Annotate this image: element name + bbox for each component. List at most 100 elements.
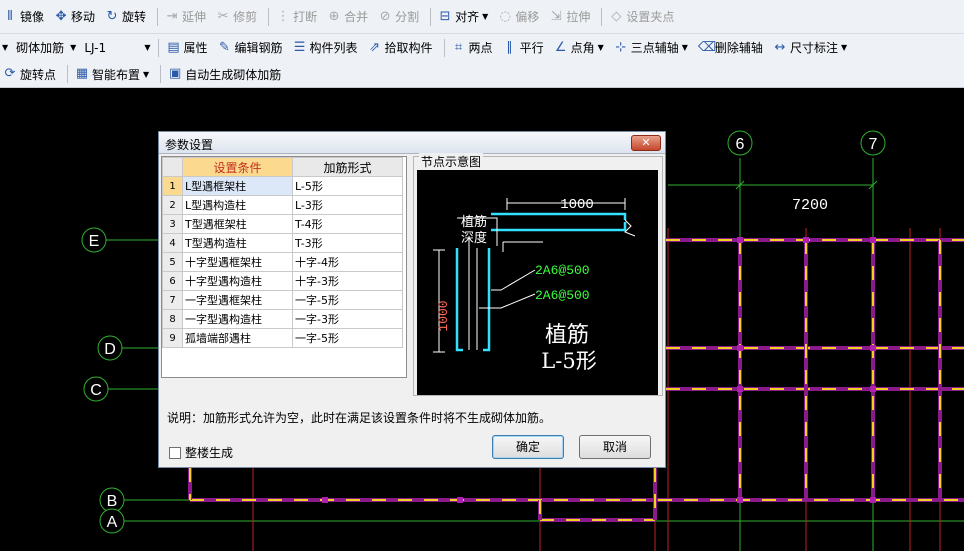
table-row[interactable]: 1 L型遇框架柱 L-5形 bbox=[162, 176, 403, 196]
condition-cell[interactable]: 一字型遇框架柱 bbox=[182, 290, 293, 310]
toolbar-btn-align[interactable]: ⊟ 对齐 ▼ bbox=[435, 6, 491, 28]
condition-cell[interactable]: T型遇构造柱 bbox=[182, 233, 293, 253]
dropdown-caret-icon[interactable]: ▼ bbox=[841, 43, 847, 52]
toolbar-separator bbox=[67, 65, 69, 83]
dialog-title: 参数设置 bbox=[165, 138, 214, 152]
toolbar-btn-trim[interactable]: ✂ 修剪 bbox=[213, 6, 260, 28]
name-combo-caret[interactable]: ▼ bbox=[70, 43, 76, 52]
condition-cell[interactable]: 十字型遇框架柱 bbox=[182, 252, 293, 272]
table-row[interactable]: 8 一字型遇构造柱 一字-3形 bbox=[162, 309, 403, 329]
form-cell[interactable]: 一字-5形 bbox=[292, 290, 403, 310]
condition-cell[interactable]: T型遇框架柱 bbox=[182, 214, 293, 234]
toolbar-btn-component-list[interactable]: ☰ 构件列表 bbox=[290, 37, 361, 59]
condition-cell[interactable]: 十字型遇构造柱 bbox=[182, 271, 293, 291]
node-diagram: 1000 1000 植筋 深度 2A6@500 2A6@500 植筋 L-5形 bbox=[417, 170, 658, 395]
close-icon[interactable]: ✕ bbox=[631, 135, 661, 151]
toolbar-btn-smart-layout[interactable]: ▦ 智能布置 ▼ bbox=[72, 63, 152, 85]
toolbar-btn-offset[interactable]: ◌ 偏移 bbox=[495, 6, 542, 28]
toolbar-btn-auto-generate[interactable]: ▣ 自动生成砌体加筋 bbox=[165, 63, 284, 85]
column-marker bbox=[322, 497, 328, 503]
checkbox-box[interactable] bbox=[169, 446, 181, 459]
row-number: 9 bbox=[162, 328, 183, 348]
toolbar-btn-label: 拉伸 bbox=[566, 10, 591, 24]
column-marker bbox=[870, 497, 876, 503]
toolbar-btn-point-angle[interactable]: ∠ 点角 ▼ bbox=[551, 37, 607, 59]
column-marker bbox=[803, 237, 809, 243]
toolbar-btn-label: 尺寸标注 bbox=[789, 41, 838, 55]
form-cell[interactable]: 一字-3形 bbox=[292, 309, 403, 329]
toolbar-btn-edit-rebar[interactable]: ✎ 编辑钢筋 bbox=[215, 37, 286, 59]
cancel-button[interactable]: 取消 bbox=[579, 435, 651, 459]
toolbar-btn-two-point[interactable]: ⌗ 两点 bbox=[449, 37, 496, 59]
whole-building-checkbox[interactable]: 整楼生成 bbox=[169, 444, 233, 461]
ok-button[interactable]: 确定 bbox=[492, 435, 564, 459]
name-combo-dropdown[interactable]: ▼ bbox=[144, 43, 150, 52]
table-row[interactable]: 7 一字型遇框架柱 一字-5形 bbox=[162, 290, 403, 310]
toolbar-btn-extend[interactable]: ⇥ 延伸 bbox=[162, 6, 209, 28]
toolbar-btn-pick[interactable]: ⇗ 拾取构件 bbox=[365, 37, 436, 59]
form-cell[interactable]: 一字-5形 bbox=[292, 328, 403, 348]
edit-rebar-icon: ✎ bbox=[219, 39, 230, 55]
node-diagram-label: 节点示意图 bbox=[419, 153, 484, 170]
form-header[interactable]: 加筋形式 bbox=[292, 157, 403, 177]
condition-cell[interactable]: L型遇框架柱 bbox=[182, 176, 293, 196]
condition-cell[interactable]: L型遇构造柱 bbox=[182, 195, 293, 215]
row-number: 6 bbox=[162, 271, 183, 291]
dialog-titlebar[interactable]: 参数设置 ✕ bbox=[159, 132, 665, 154]
toolbar-btn-label: 拾取构件 bbox=[384, 41, 433, 55]
table-row[interactable]: 5 十字型遇框架柱 十字-4形 bbox=[162, 252, 403, 272]
toolbar-btn-three-point-axis[interactable]: ⊹ 三点辅轴 ▼ bbox=[611, 37, 691, 59]
offset-icon: ◌ bbox=[499, 8, 511, 24]
toolbar-btn-mirror[interactable]: ⫴ 镜像 bbox=[0, 6, 47, 28]
toolbar-separator bbox=[430, 7, 432, 26]
form-cell[interactable]: T-3形 bbox=[292, 233, 403, 253]
toolbar-btn-split[interactable]: ⊘ 分割 bbox=[375, 6, 422, 28]
toolbar-btn-parallel[interactable]: ∥ 平行 bbox=[500, 37, 547, 59]
table-row[interactable]: 4 T型遇构造柱 T-3形 bbox=[162, 233, 403, 253]
label-depth: 深度 bbox=[461, 230, 487, 246]
toolbar-btn-stretch[interactable]: ⇲ 拉伸 bbox=[546, 6, 593, 28]
toolbar-btn-rotate-point[interactable]: ⟳ 旋转点 bbox=[0, 63, 59, 85]
component-type-combo[interactable]: 砌体加筋 bbox=[12, 38, 68, 58]
dropdown-caret-icon[interactable]: ▼ bbox=[598, 43, 604, 52]
form-cell[interactable]: 十字-4形 bbox=[292, 252, 403, 272]
toolbar-btn-grip[interactable]: ◇ 设置夹点 bbox=[606, 6, 677, 28]
toolbar-btn-break[interactable]: ⋮ 打断 bbox=[273, 6, 320, 28]
table-row[interactable]: 3 T型遇框架柱 T-4形 bbox=[162, 214, 403, 234]
component-name-combo[interactable]: LJ-1 bbox=[80, 38, 142, 58]
dropdown-caret-icon[interactable]: ▼ bbox=[682, 43, 688, 52]
merge-icon: ⊕ bbox=[328, 8, 340, 24]
toolbar-btn-dimension[interactable]: ↔ 尺寸标注 ▼ bbox=[770, 37, 850, 59]
column-marker bbox=[737, 345, 743, 351]
toolbar-btn-label: 平行 bbox=[519, 41, 544, 55]
table-row[interactable]: 2 L型遇构造柱 L-3形 bbox=[162, 195, 403, 215]
align-icon: ⊟ bbox=[439, 8, 451, 24]
node-diagram-drawing: 1000 1000 植筋 深度 2A6@500 2A6@500 植筋 L-5形 bbox=[433, 197, 636, 373]
dialog-note: 说明：加筋形式允许为空，此时在满足该设置条件时将不生成砌体加筋。 bbox=[167, 411, 552, 425]
form-cell[interactable]: 十字-3形 bbox=[292, 271, 403, 291]
table-row[interactable]: 9 孤墙端部遇柱 一字-5形 bbox=[162, 328, 403, 348]
toolbar-component: ▼ 砌体加筋 ▼ LJ-1 ▼ ▤ 属性 ✎ 编辑钢筋 ☰ 构件列表 ⇗ 拾取构件 ⌗ 两点 ∥ 平行… bbox=[0, 34, 964, 61]
three-point-axis-icon: ⊹ bbox=[615, 39, 627, 55]
toolbar-btn-rotate[interactable]: ↻ 旋转 bbox=[102, 6, 149, 28]
toolbar-layout: ⟳ 旋转点 ▦ 智能布置 ▼ ▣ 自动生成砌体加筋 bbox=[0, 61, 964, 88]
toolbar-btn-property[interactable]: ▤ 属性 bbox=[163, 37, 210, 59]
condition-cell[interactable]: 一字型遇构造柱 bbox=[182, 309, 293, 329]
form-cell[interactable]: T-4形 bbox=[292, 214, 403, 234]
row-number: 1 bbox=[162, 176, 183, 196]
dropdown-caret-icon[interactable]: ▼ bbox=[143, 70, 149, 79]
toolbar-btn-delete-axis[interactable]: ⌫ 删除辅轴 bbox=[695, 37, 766, 59]
toolbar-btn-label: 分割 bbox=[395, 10, 420, 24]
dropdown-caret-icon[interactable]: ▼ bbox=[482, 12, 488, 21]
table-row[interactable]: 6 十字型遇构造柱 十字-3形 bbox=[162, 271, 403, 291]
type-combo-caret[interactable]: ▼ bbox=[2, 43, 8, 52]
condition-cell[interactable]: 孤墙端部遇柱 bbox=[182, 328, 293, 348]
toolbar-btn-merge[interactable]: ⊕ 合并 bbox=[324, 6, 371, 28]
condition-header[interactable]: 设置条件 bbox=[182, 157, 293, 177]
form-cell[interactable]: L-5形 bbox=[292, 176, 403, 196]
settings-grid: 设置条件 加筋形式 1 L型遇框架柱 L-5形 2 L型遇构造柱 L-3形 3 T型遇框架柱 T… bbox=[161, 156, 407, 378]
toolbar-btn-move[interactable]: ✥ 移动 bbox=[51, 6, 98, 28]
form-cell[interactable]: L-3形 bbox=[292, 195, 403, 215]
dim-top-text: 1000 bbox=[560, 197, 594, 213]
toolbar-btn-label: 两点 bbox=[468, 41, 493, 55]
